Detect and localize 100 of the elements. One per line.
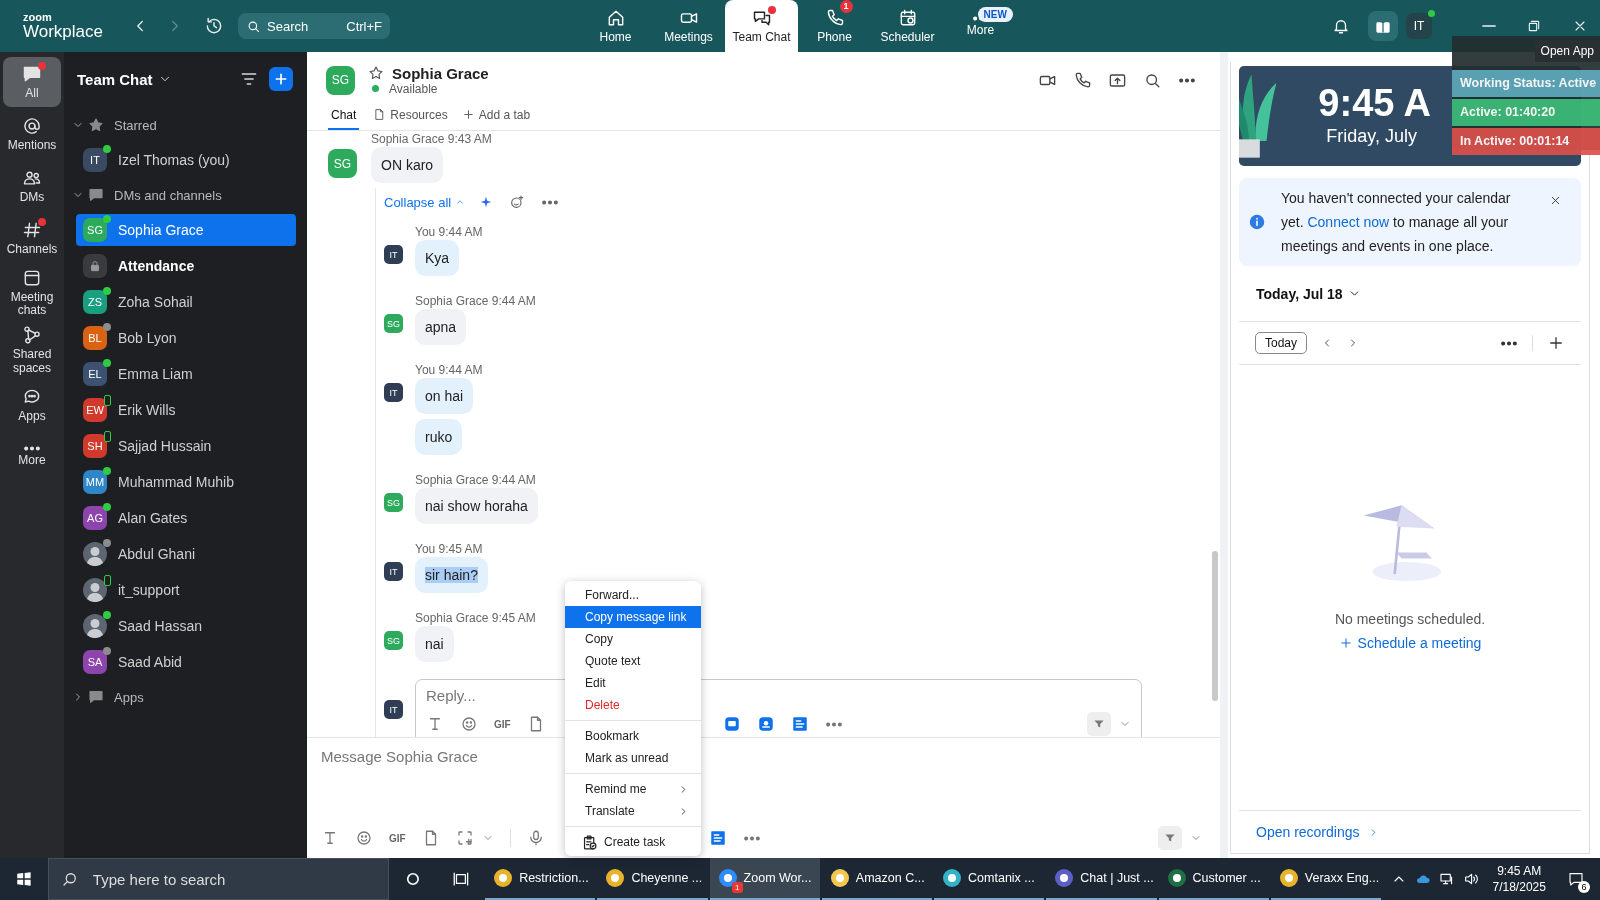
sender-avatar: IT bbox=[384, 245, 403, 264]
contact-item[interactable]: SH Sajjad Hussain bbox=[76, 430, 296, 462]
message-meta: You 9:44 AM bbox=[415, 224, 483, 240]
message-bubble: apna bbox=[415, 309, 467, 345]
taskbar-search-field[interactable]: Type here to search bbox=[47, 858, 390, 900]
rail-item[interactable]: Apps bbox=[3, 379, 61, 430]
contact-item[interactable]: SA Saad Abid bbox=[76, 646, 296, 678]
contact-item[interactable]: Attendance bbox=[76, 250, 296, 282]
rail-item[interactable]: Channels bbox=[3, 213, 61, 263]
notice-text: You haven't connected your calendar yet. Connect now to manage all your meetings and events in one place. bbox=[1281, 189, 1512, 256]
contact-item[interactable]: AG Alan Gates bbox=[76, 502, 296, 534]
message-meta: Sophia Grace 9:44 AM bbox=[415, 472, 537, 488]
gif-button[interactable]: GIF bbox=[389, 832, 406, 844]
message-bubble: on hai bbox=[415, 378, 474, 414]
clock-time: 9:45 A bbox=[1317, 84, 1431, 122]
nav-tab[interactable]: Meetings bbox=[652, 0, 725, 52]
rail-item[interactable]: Mentions bbox=[3, 109, 61, 159]
nav-tab[interactable]: Home bbox=[579, 0, 652, 52]
contact-item[interactable]: MM Muhammad Muhib bbox=[76, 466, 296, 498]
recordings-link[interactable]: Open recordings bbox=[1256, 824, 1379, 840]
contact-item[interactable]: ZS Zoha Sohail bbox=[76, 286, 296, 318]
connect-link[interactable]: Connect now bbox=[1307, 214, 1390, 230]
message-field[interactable]: Message Sophia Grace bbox=[321, 748, 478, 765]
taskbar-app[interactable]: Restriction... bbox=[485, 858, 596, 900]
section-header[interactable]: DMs and channels bbox=[64, 180, 307, 210]
taskbar-app[interactable]: Veraxx Eng... bbox=[1270, 858, 1381, 900]
menu-item[interactable]: Copy message link bbox=[565, 606, 701, 628]
contact-avatar: IT bbox=[83, 148, 107, 172]
contact-item[interactable]: EW Erik Wills bbox=[76, 394, 296, 426]
contact-avatar: EL bbox=[83, 362, 107, 386]
rail-item[interactable]: Meeting chats bbox=[3, 265, 61, 321]
active-time: Active: 01:40:20 bbox=[1452, 99, 1600, 126]
contact-item[interactable]: IT Izel Thomas (you) bbox=[76, 144, 296, 176]
rail-item[interactable]: Shared spaces bbox=[3, 322, 61, 378]
menu-item[interactable]: Remind me bbox=[565, 778, 701, 800]
menu-item[interactable]: Translate bbox=[565, 800, 701, 822]
menu-item[interactable]: Create task bbox=[565, 831, 701, 853]
chat-tab[interactable]: Chat bbox=[328, 108, 360, 130]
taskbar-app[interactable]: Cheyenne ... bbox=[597, 858, 708, 900]
gif-button[interactable]: GIF bbox=[494, 718, 511, 730]
message-meta: You 9:44 AM bbox=[415, 362, 483, 378]
search-field[interactable]: Search Ctrl+F bbox=[238, 13, 390, 39]
nav-tab[interactable]: Scheduler bbox=[871, 0, 944, 52]
message-bubble: sir hain? bbox=[415, 557, 488, 593]
taskbar-app[interactable]: Chat | Just ... bbox=[1046, 858, 1157, 900]
message-meta: Sophia Grace 9:43 AM bbox=[371, 131, 492, 147]
rail-item[interactable]: All bbox=[3, 57, 61, 107]
contact-item[interactable]: BL Bob Lyon bbox=[76, 322, 296, 354]
section-header[interactable]: Apps bbox=[64, 682, 307, 712]
menu-item[interactable]: Mark as unread bbox=[565, 747, 701, 769]
presence-status: Available bbox=[389, 81, 438, 96]
taskbar-app[interactable]: 1 Zoom Wor... bbox=[709, 858, 820, 900]
contact-avatar: SG bbox=[326, 65, 355, 95]
taskbar-app[interactable]: Comtanix ... bbox=[934, 858, 1045, 900]
search-placeholder: Search bbox=[267, 18, 310, 34]
chat-tab[interactable]: Resources bbox=[373, 108, 448, 130]
new-badge: NEW bbox=[977, 6, 1013, 22]
taskbar-app[interactable]: Customer ... bbox=[1158, 858, 1269, 900]
sender-avatar: SG bbox=[328, 149, 357, 178]
message-bubble: Kya bbox=[415, 240, 460, 276]
menu-item[interactable]: Delete bbox=[565, 694, 701, 716]
contact-name: Sophia Grace bbox=[392, 64, 489, 82]
count-badge: 1 bbox=[839, 0, 853, 13]
contact-avatar: SG bbox=[83, 218, 107, 242]
menu-item[interactable]: Forward... bbox=[565, 584, 701, 606]
nav-tab[interactable]: 1 Phone bbox=[798, 0, 871, 52]
menu-item[interactable]: Quote text bbox=[565, 650, 701, 672]
contact-item[interactable]: Saad Hassan bbox=[76, 610, 296, 642]
nav-tab[interactable]: NEW More bbox=[944, 0, 1017, 52]
add-tab-button[interactable]: Add a tab bbox=[461, 108, 531, 130]
user-avatar: IT bbox=[384, 700, 403, 719]
menu-item[interactable]: Copy bbox=[565, 628, 701, 650]
contact-item[interactable]: EL Emma Liam bbox=[76, 358, 296, 390]
open-app-label[interactable]: Open App bbox=[1534, 40, 1600, 62]
today-button[interactable]: Today bbox=[1255, 332, 1308, 354]
sender-avatar: IT bbox=[384, 383, 403, 402]
collapse-link[interactable]: Collapse all bbox=[384, 194, 466, 210]
contact-item[interactable]: SG Sophia Grace bbox=[76, 214, 296, 246]
contact-item[interactable]: Abdul Ghani bbox=[76, 538, 296, 570]
taskbar-date: 7/18/2025 bbox=[1492, 879, 1546, 896]
schedule-link[interactable]: Schedule a meeting bbox=[1338, 634, 1482, 651]
message-bubble: ruko bbox=[415, 419, 463, 455]
contact-avatar: SH bbox=[83, 434, 107, 458]
contact-avatar: BL bbox=[83, 326, 107, 350]
date-picker[interactable]: Today, Jul 18 bbox=[1256, 285, 1361, 302]
nav-tab[interactable]: Team Chat bbox=[725, 0, 798, 52]
contact-avatar: AG bbox=[83, 506, 107, 530]
section-header[interactable]: Starred bbox=[64, 110, 307, 140]
contact-avatar: MM bbox=[83, 470, 107, 494]
clock-date: Friday, July bbox=[1325, 126, 1418, 147]
contact-item[interactable]: it_support bbox=[76, 574, 296, 606]
profile-avatar[interactable]: IT bbox=[1406, 13, 1432, 39]
rail-item[interactable]: More bbox=[3, 431, 61, 482]
count-badge: 1 bbox=[731, 882, 743, 893]
message-meta: Sophia Grace 9:44 AM bbox=[415, 293, 536, 309]
rail-item[interactable]: DMs bbox=[3, 161, 61, 211]
shortcut-label: Ctrl+F bbox=[346, 18, 382, 34]
message-meta: You 9:45 AM bbox=[415, 541, 484, 557]
panel-title[interactable]: Team Chat bbox=[77, 70, 153, 88]
taskbar-app[interactable]: Amazon C... bbox=[821, 858, 933, 900]
